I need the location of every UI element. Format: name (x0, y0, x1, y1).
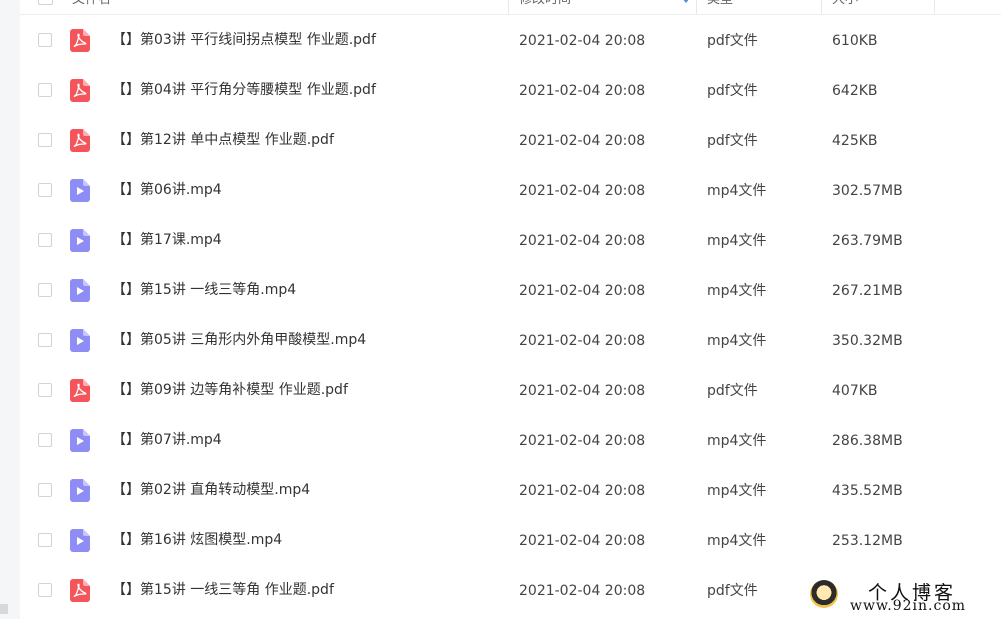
file-type: mp4文件 (707, 333, 767, 349)
file-type: mp4文件 (707, 483, 767, 499)
file-row[interactable]: 【】第12讲 单中点模型 作业题.pdf 2021-02-04 20:08 pd… (20, 116, 1001, 166)
file-size: 425KB (832, 133, 878, 149)
file-name[interactable]: 【】第09讲 边等角补模型 作业题.pdf (112, 380, 348, 400)
file-modified: 2021-02-04 20:08 (519, 83, 646, 99)
sort-desc-icon[interactable] (682, 0, 690, 3)
file-row[interactable]: 【】第07讲.mp4 2021-02-04 20:08 mp4文件 286.38… (20, 416, 1001, 466)
file-size: 407KB (832, 383, 878, 399)
file-type: pdf文件 (707, 83, 758, 99)
video-icon (70, 479, 90, 502)
row-checkbox[interactable] (38, 383, 52, 397)
row-checkbox[interactable] (38, 283, 52, 297)
video-icon (70, 229, 90, 252)
file-size: 302.57MB (832, 183, 903, 199)
column-header-modified[interactable]: 修改时间 (519, 0, 571, 8)
file-modified: 2021-02-04 20:08 (519, 483, 646, 499)
file-modified: 2021-02-04 20:08 (519, 333, 646, 349)
file-size: 267.21MB (832, 283, 903, 299)
file-name[interactable]: 【】第03讲 平行线间拐点模型 作业题.pdf (112, 30, 376, 50)
file-name[interactable]: 【】第05讲 三角形内外角甲酸模型.mp4 (112, 330, 366, 350)
file-type: pdf文件 (707, 133, 758, 149)
file-modified: 2021-02-04 20:08 (519, 233, 646, 249)
file-row[interactable]: 【】第17课.mp4 2021-02-04 20:08 mp4文件 263.79… (20, 216, 1001, 266)
file-modified: 2021-02-04 20:08 (519, 383, 646, 399)
file-row[interactable]: 【】第09讲 边等角补模型 作业题.pdf 2021-02-04 20:08 p… (20, 366, 1001, 416)
row-checkbox[interactable] (38, 83, 52, 97)
file-name[interactable]: 【】第16讲 炫图模型.mp4 (112, 530, 282, 550)
file-size: 253.12MB (832, 533, 903, 549)
left-gutter (0, 0, 20, 619)
file-name[interactable]: 【】第06讲.mp4 (112, 180, 222, 200)
file-name[interactable]: 【】第07讲.mp4 (112, 430, 222, 450)
scroll-marker (0, 604, 8, 614)
row-checkbox[interactable] (38, 583, 52, 597)
pdf-icon (70, 579, 90, 602)
video-icon (70, 179, 90, 202)
file-size: 435.52MB (832, 483, 903, 499)
file-name[interactable]: 【】第12讲 单中点模型 作业题.pdf (112, 130, 334, 150)
row-checkbox[interactable] (38, 33, 52, 47)
row-checkbox[interactable] (38, 333, 52, 347)
column-header-name[interactable]: 文件名 (72, 0, 111, 8)
pdf-icon (70, 129, 90, 152)
file-size: 286.38MB (832, 433, 903, 449)
file-name[interactable]: 【】第15讲 一线三等角 作业题.pdf (112, 580, 334, 600)
file-row[interactable]: 【】第06讲.mp4 2021-02-04 20:08 mp4文件 302.57… (20, 166, 1001, 216)
file-type: pdf文件 (707, 33, 758, 49)
row-checkbox[interactable] (38, 433, 52, 447)
file-name[interactable]: 【】第15讲 一线三等角.mp4 (112, 280, 296, 300)
file-type: pdf文件 (707, 583, 758, 599)
header-filler (935, 0, 1001, 15)
file-type: mp4文件 (707, 183, 767, 199)
file-modified: 2021-02-04 20:08 (519, 133, 646, 149)
column-header-type[interactable]: 类型 (707, 0, 733, 8)
row-checkbox[interactable] (38, 533, 52, 547)
file-modified: 2021-02-04 20:08 (519, 183, 646, 199)
file-type: mp4文件 (707, 233, 767, 249)
file-modified: 2021-02-04 20:08 (519, 33, 646, 49)
file-size: 610KB (832, 33, 878, 49)
watermark-url: www.92in.com (850, 598, 967, 614)
pdf-icon (70, 79, 90, 102)
file-type: pdf文件 (707, 383, 758, 399)
video-icon (70, 429, 90, 452)
video-icon (70, 529, 90, 552)
file-modified: 2021-02-04 20:08 (519, 433, 646, 449)
file-modified: 2021-02-04 20:08 (519, 533, 646, 549)
file-type: mp4文件 (707, 283, 767, 299)
file-name[interactable]: 【】第02讲 直角转动模型.mp4 (112, 480, 310, 500)
column-header-size[interactable]: 大小 (832, 0, 858, 8)
file-modified: 2021-02-04 20:08 (519, 283, 646, 299)
select-all-checkbox[interactable] (38, 0, 53, 5)
column-divider (696, 0, 697, 14)
video-icon (70, 279, 90, 302)
row-checkbox[interactable] (38, 183, 52, 197)
file-list: 【】第03讲 平行线间拐点模型 作业题.pdf 2021-02-04 20:08… (20, 16, 1001, 616)
file-row[interactable]: 【】第15讲 一线三等角.mp4 2021-02-04 20:08 mp4文件 … (20, 266, 1001, 316)
row-checkbox[interactable] (38, 233, 52, 247)
pdf-icon (70, 379, 90, 402)
file-row[interactable]: 【】第02讲 直角转动模型.mp4 2021-02-04 20:08 mp4文件… (20, 466, 1001, 516)
pdf-icon (70, 29, 90, 52)
file-row[interactable]: 【】第05讲 三角形内外角甲酸模型.mp4 2021-02-04 20:08 m… (20, 316, 1001, 366)
file-size: 350.32MB (832, 333, 903, 349)
watermark-avatar (810, 580, 838, 608)
column-divider (508, 0, 509, 14)
file-row[interactable]: 【】第03讲 平行线间拐点模型 作业题.pdf 2021-02-04 20:08… (20, 16, 1001, 66)
blog-watermark: 个人博客 www.92in.com (806, 576, 996, 616)
file-row[interactable]: 【】第16讲 炫图模型.mp4 2021-02-04 20:08 mp4文件 2… (20, 516, 1001, 566)
file-size: 642KB (832, 83, 878, 99)
row-checkbox[interactable] (38, 133, 52, 147)
file-list-header: 文件名 修改时间 类型 大小 (20, 0, 935, 15)
file-size: 263.79MB (832, 233, 903, 249)
file-type: mp4文件 (707, 433, 767, 449)
file-name[interactable]: 【】第04讲 平行角分等腰模型 作业题.pdf (112, 80, 376, 100)
video-icon (70, 329, 90, 352)
file-name[interactable]: 【】第17课.mp4 (112, 230, 222, 250)
file-modified: 2021-02-04 20:08 (519, 583, 646, 599)
column-divider (821, 0, 822, 14)
file-type: mp4文件 (707, 533, 767, 549)
file-row[interactable]: 【】第04讲 平行角分等腰模型 作业题.pdf 2021-02-04 20:08… (20, 66, 1001, 116)
row-checkbox[interactable] (38, 483, 52, 497)
